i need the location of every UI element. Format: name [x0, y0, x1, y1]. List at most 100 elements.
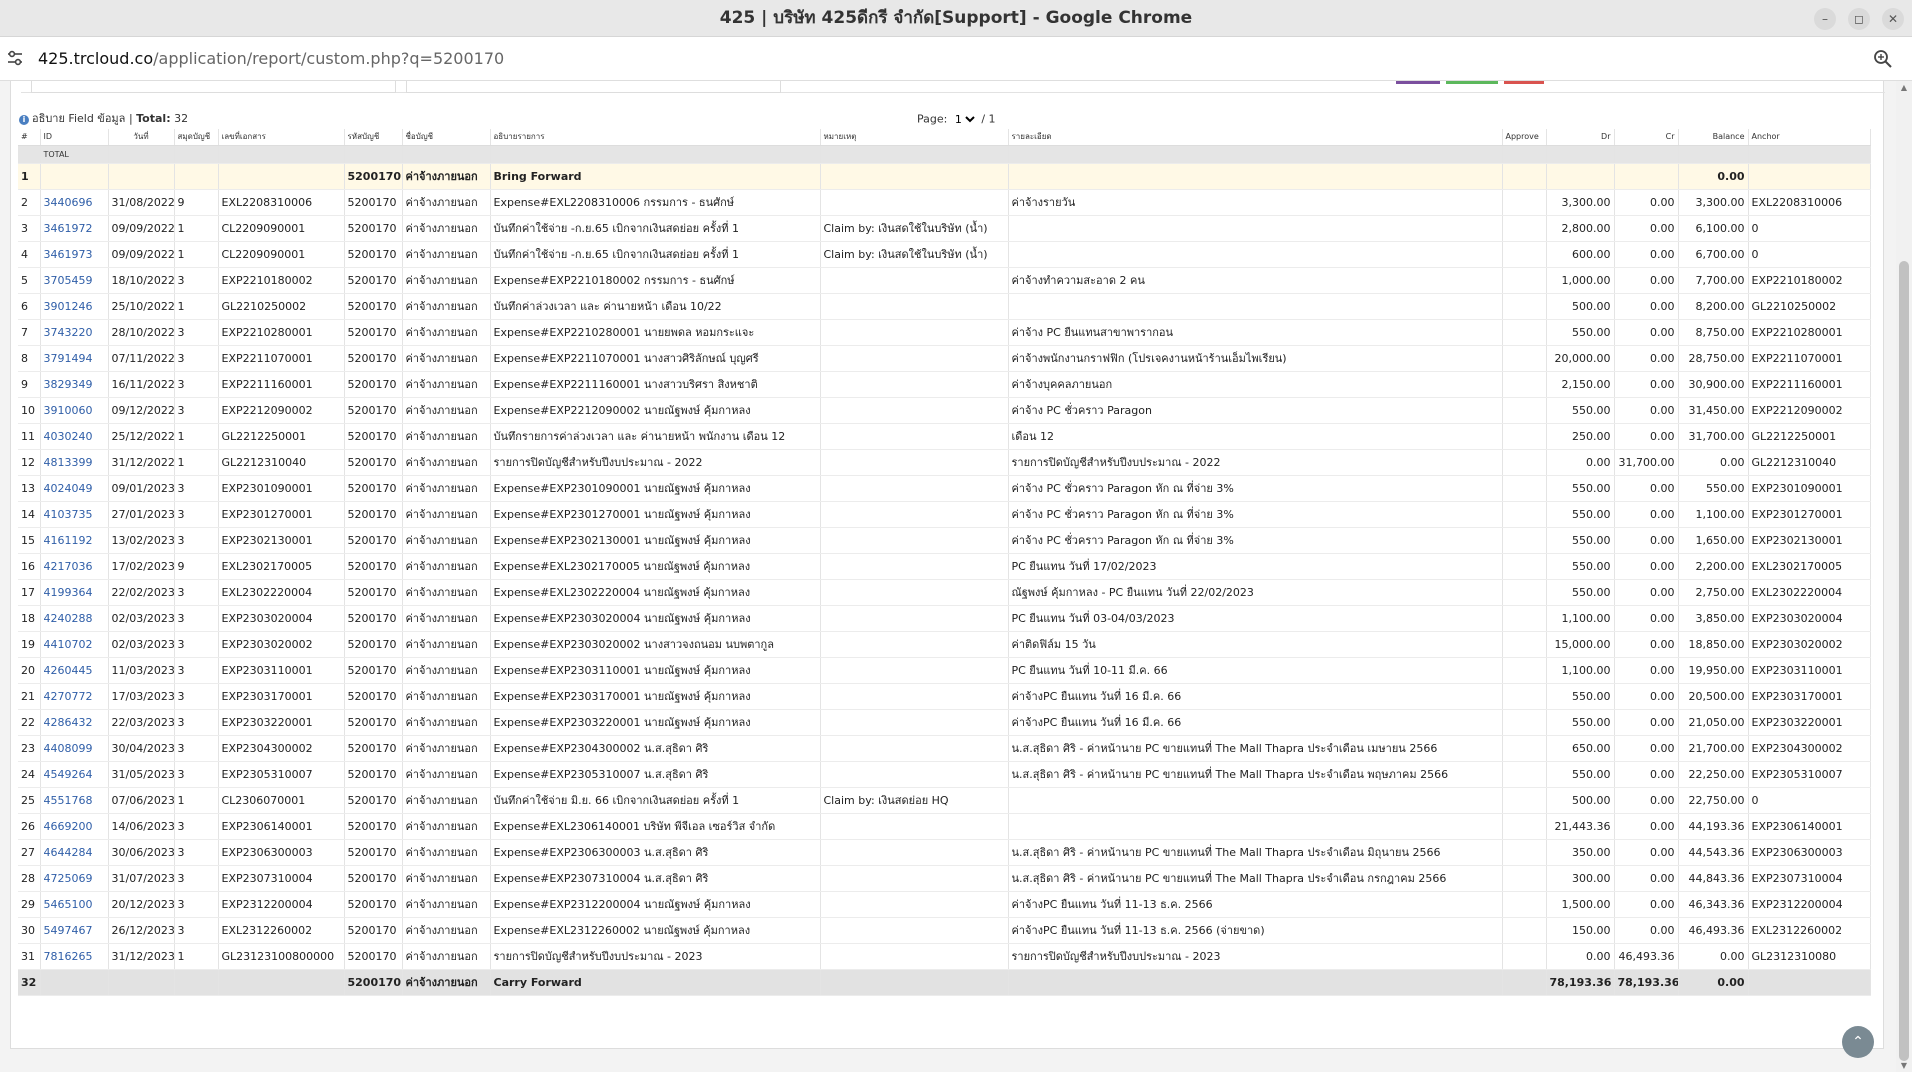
red-action-button[interactable] — [1504, 81, 1544, 84]
page-scrollbar[interactable]: ▲ ▼ — [1896, 81, 1912, 1072]
row-account-name: ค่าจ้างภายนอก — [402, 241, 491, 268]
row-id[interactable]: 5465100 — [40, 891, 109, 918]
row-id[interactable]: 4217036 — [40, 553, 109, 580]
row-no: 13 — [18, 475, 41, 502]
scroll-to-top-button[interactable]: ⌃ — [1842, 1026, 1874, 1058]
scroll-up-arrow[interactable]: ▲ — [1896, 83, 1912, 92]
row-id[interactable]: 4030240 — [40, 423, 109, 450]
col-anchor[interactable]: Anchor — [1748, 129, 1871, 146]
row-id[interactable]: 4199364 — [40, 579, 109, 606]
row-id[interactable]: 4813399 — [40, 449, 109, 476]
row-id[interactable]: 5497467 — [40, 917, 109, 944]
bf-balance: 0.00 — [1678, 163, 1749, 190]
url-host: 425.trcloud.co — [38, 49, 154, 68]
row-id[interactable]: 4549264 — [40, 761, 109, 788]
row-account: 5200170 — [344, 709, 403, 736]
minimize-button[interactable]: – — [1814, 8, 1836, 30]
row-note — [820, 709, 1009, 736]
row-id[interactable]: 3461973 — [40, 241, 109, 268]
row-id[interactable]: 4161192 — [40, 527, 109, 554]
row-date: 30/04/2023 — [108, 735, 175, 762]
row-id[interactable]: 4551768 — [40, 787, 109, 814]
row-account: 5200170 — [344, 735, 403, 762]
info-icon[interactable]: i — [19, 115, 29, 125]
row-approve — [1502, 475, 1547, 502]
col-account[interactable]: รหัสบัญชี — [344, 129, 403, 146]
row-book: 3 — [174, 631, 219, 658]
scrollbar-thumb[interactable] — [1899, 261, 1909, 1061]
row-id[interactable]: 4270772 — [40, 683, 109, 710]
row-dr: 550.00 — [1546, 709, 1615, 736]
row-detail — [1008, 293, 1503, 320]
col-book[interactable]: สมุดบัญชี — [174, 129, 219, 146]
row-id[interactable]: 3791494 — [40, 345, 109, 372]
row-id[interactable]: 3901246 — [40, 293, 109, 320]
row-id[interactable]: 4669200 — [40, 813, 109, 840]
col-doc[interactable]: เลขที่เอกสาร — [218, 129, 345, 146]
row-id[interactable]: 3461972 — [40, 215, 109, 242]
site-settings-icon[interactable] — [6, 49, 24, 67]
row-doc: EXL2312260002 — [218, 917, 345, 944]
row-id[interactable]: 3829349 — [40, 371, 109, 398]
col-description[interactable]: อธิบายรายการ — [490, 129, 821, 146]
col-cr[interactable]: Cr — [1614, 129, 1679, 146]
row-cr: 0.00 — [1614, 683, 1679, 710]
row-dr: 21,443.36 — [1546, 813, 1615, 840]
row-balance: 7,700.00 — [1678, 267, 1749, 294]
row-id[interactable]: 4260445 — [40, 657, 109, 684]
table-row: 6 3901246 25/10/2022 1 GL2210250002 5200170 ค่… — [18, 293, 1871, 320]
row-id[interactable]: 4408099 — [40, 735, 109, 762]
row-dr: 550.00 — [1546, 579, 1615, 606]
row-id[interactable]: 4410702 — [40, 631, 109, 658]
row-id[interactable]: 4103735 — [40, 501, 109, 528]
row-account-name: ค่าจ้างภายนอก — [402, 631, 491, 658]
row-description: Expense#EXL2208310006 กรรมการ - ธนศักษ์ — [490, 189, 821, 216]
purple-action-button[interactable] — [1396, 81, 1440, 84]
row-book: 3 — [174, 813, 219, 840]
row-id[interactable]: 4240288 — [40, 605, 109, 632]
row-detail: PC ยืนแทน วันที่ 10-11 มี.ค. 66 — [1008, 657, 1503, 684]
col-id[interactable]: ID — [40, 129, 109, 146]
filter-input-mid[interactable] — [406, 81, 781, 93]
green-action-button[interactable] — [1446, 81, 1498, 84]
row-book: 1 — [174, 293, 219, 320]
row-note — [820, 475, 1009, 502]
page-select[interactable]: 1 — [950, 111, 978, 127]
col-approve[interactable]: Approve — [1502, 129, 1547, 146]
row-id[interactable]: 7816265 — [40, 943, 109, 970]
row-account-name: ค่าจ้างภายนอก — [402, 709, 491, 736]
row-id[interactable]: 4024049 — [40, 475, 109, 502]
maximize-button[interactable]: ◻ — [1848, 8, 1870, 30]
zoom-icon[interactable] — [1872, 48, 1894, 70]
col-no[interactable]: # — [18, 129, 41, 146]
row-account-name: ค่าจ้างภายนอก — [402, 371, 491, 398]
scroll-down-arrow[interactable]: ▼ — [1896, 1061, 1912, 1070]
row-anchor: GL2312310080 — [1748, 943, 1871, 970]
url-field[interactable]: 425.trcloud.co/application/report/custom… — [38, 37, 504, 81]
row-account: 5200170 — [344, 683, 403, 710]
row-account-name: ค่าจ้างภายนอก — [402, 735, 491, 762]
row-doc: EXP2307310004 — [218, 865, 345, 892]
row-id[interactable]: 3440696 — [40, 189, 109, 216]
row-detail: PC ยืนแทน วันที่ 17/02/2023 — [1008, 553, 1503, 580]
close-window-button[interactable]: ✕ — [1882, 8, 1904, 30]
col-account-name[interactable]: ชื่อบัญชี — [402, 129, 491, 146]
row-id[interactable]: 3910060 — [40, 397, 109, 424]
col-detail[interactable]: รายละเอียด — [1008, 129, 1503, 146]
field-help-link[interactable]: อธิบาย Field ข้อมูล — [32, 112, 125, 125]
row-date: 17/03/2023 — [108, 683, 175, 710]
row-id[interactable]: 3743220 — [40, 319, 109, 346]
row-id[interactable]: 4644284 — [40, 839, 109, 866]
row-id[interactable]: 3705459 — [40, 267, 109, 294]
filter-input-left[interactable] — [31, 81, 396, 93]
col-balance[interactable]: Balance — [1678, 129, 1749, 146]
row-balance: 46,493.36 — [1678, 917, 1749, 944]
row-cr: 0.00 — [1614, 839, 1679, 866]
row-anchor: EXP2303170001 — [1748, 683, 1871, 710]
row-id[interactable]: 4725069 — [40, 865, 109, 892]
row-id[interactable]: 4286432 — [40, 709, 109, 736]
col-dr[interactable]: Dr — [1546, 129, 1615, 146]
row-note — [820, 189, 1009, 216]
col-date[interactable]: วันที่ — [108, 129, 175, 146]
col-note[interactable]: หมายเหตุ — [820, 129, 1009, 146]
